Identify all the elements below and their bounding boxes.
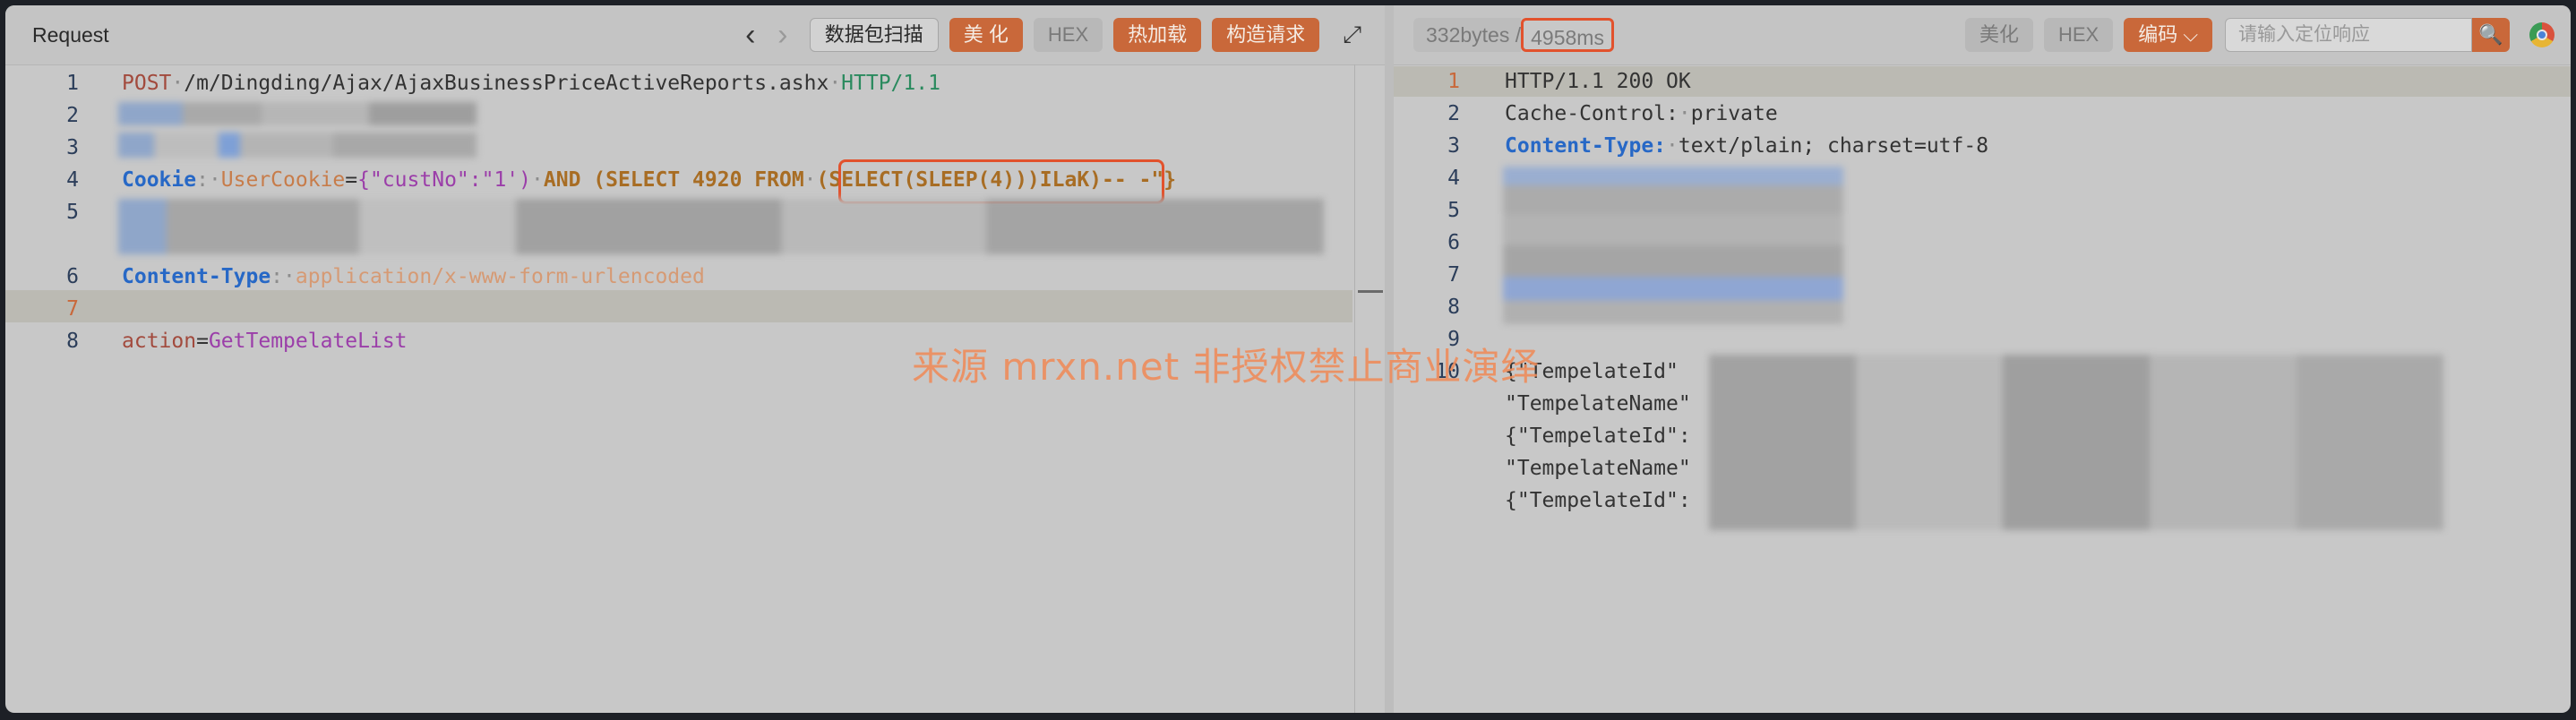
response-time: 4958ms xyxy=(1521,18,1614,52)
redacted-user-agent xyxy=(118,199,1324,254)
cache-control-line[interactable]: Cache-Control:·private xyxy=(1505,102,1778,125)
body-value: GetTempelateList xyxy=(208,330,408,353)
back-icon[interactable]: ‹ xyxy=(734,20,767,50)
request-path: /m/Dingding/Ajax/AjaxBusinessPriceActive… xyxy=(184,72,829,95)
scroll-marker[interactable] xyxy=(1358,290,1383,293)
http-method: POST xyxy=(122,72,172,95)
response-stats: 332bytes / 4958ms xyxy=(1413,18,1614,52)
cache-control-value: private xyxy=(1690,102,1778,125)
line-number: 7 xyxy=(66,297,79,321)
status-line[interactable]: HTTP/1.1 200 OK xyxy=(1505,70,1691,93)
forward-icon[interactable]: › xyxy=(767,20,799,50)
search-icon[interactable]: 🔍 xyxy=(2472,18,2510,52)
redacted-json-values xyxy=(1709,355,2443,530)
hex-button[interactable]: HEX xyxy=(1033,18,1103,52)
request-line[interactable]: POST·/m/Dingding/Ajax/AjaxBusinessPriceA… xyxy=(122,72,940,95)
line-number: 4 xyxy=(1447,167,1460,190)
body-key: action xyxy=(122,330,197,353)
request-toolbar: Request ‹ › 数据包扫描 美 化 HEX 热加载 构造请求 ⤢ xyxy=(5,5,1385,65)
redacted-response-headers xyxy=(1503,167,1843,324)
line-number: 4 xyxy=(66,168,79,192)
response-hex-button[interactable]: HEX xyxy=(2043,18,2114,52)
line-number: 6 xyxy=(66,265,79,288)
json-line[interactable]: {"TempelateId": xyxy=(1505,489,1691,512)
response-toolbar: 332bytes / 4958ms 美化 HEX 编码 ⌵ 请输入定位响应 🔍 xyxy=(1394,5,2571,65)
line-number: 1 xyxy=(1447,70,1460,93)
sql-injection-prefix: AND (SELECT 4920 FROM xyxy=(543,168,804,192)
beautify-button[interactable]: 美 化 xyxy=(949,18,1023,52)
construct-request-button[interactable]: 构造请求 xyxy=(1212,18,1320,52)
line-number: 8 xyxy=(1447,296,1460,319)
body-line[interactable]: action=GetTempelateList xyxy=(122,330,408,353)
watermark: 来源 mrxn.net 非授权禁止商业演绎 xyxy=(912,345,1540,389)
content-type-value: application/x-www-form-urlencoded xyxy=(295,265,705,288)
payload-highlight-box xyxy=(838,159,1164,204)
hot-load-button[interactable]: 热加载 xyxy=(1113,18,1202,52)
http-tool-window: Request ‹ › 数据包扫描 美 化 HEX 热加载 构造请求 ⤢ 1 2… xyxy=(5,5,2571,713)
json-line[interactable]: {"TempelateId": xyxy=(1505,424,1691,448)
locate-response-input[interactable]: 请输入定位响应 xyxy=(2225,18,2472,52)
line-number: 3 xyxy=(66,136,79,159)
json-line[interactable]: "TempelateName" xyxy=(1505,457,1691,480)
line-number: 8 xyxy=(66,330,79,353)
cookie-eq: = xyxy=(345,168,358,192)
line-number: 5 xyxy=(1447,199,1460,222)
request-title: Request xyxy=(32,22,109,47)
line-number: 7 xyxy=(1447,263,1460,287)
line-number: 3 xyxy=(1447,134,1460,158)
cookie-header: Cookie xyxy=(122,168,197,192)
content-type-header: Content-Type xyxy=(122,265,271,288)
http-protocol: HTTP/1.1 xyxy=(841,72,940,95)
encoding-dropdown[interactable]: 编码 ⌵ xyxy=(2124,18,2212,52)
response-content-type-header: Content-Type: xyxy=(1505,134,1667,158)
response-beautify-button[interactable]: 美化 xyxy=(1964,18,2033,52)
line-number: 2 xyxy=(1447,102,1460,125)
redacted-header xyxy=(118,133,477,158)
line-number: 5 xyxy=(66,201,79,224)
browser-icon[interactable] xyxy=(2529,22,2555,47)
cookie-name: UserCookie xyxy=(220,168,346,192)
line-number: 2 xyxy=(66,104,79,127)
response-size: 332bytes / xyxy=(1413,18,1522,52)
redacted-host xyxy=(118,102,477,125)
line-number: 6 xyxy=(1447,231,1460,254)
packet-scan-button[interactable]: 数据包扫描 xyxy=(809,18,939,52)
current-line-highlight xyxy=(5,290,1352,322)
cookie-json: {"custNo":"1') xyxy=(357,168,532,192)
content-type-line[interactable]: Content-Type:·application/x-www-form-url… xyxy=(122,265,705,288)
body-eq: = xyxy=(196,330,209,353)
line-number: 1 xyxy=(66,72,79,95)
content-type-line[interactable]: Content-Type:·text/plain; charset=utf-8 xyxy=(1505,134,1988,158)
response-pane: 332bytes / 4958ms 美化 HEX 编码 ⌵ 请输入定位响应 🔍 … xyxy=(1394,5,2571,713)
expand-icon[interactable]: ⤢ xyxy=(1343,21,1361,49)
cache-control-header: Cache-Control: xyxy=(1505,102,1679,125)
response-content-type-value: text/plain; charset=utf-8 xyxy=(1678,134,1989,158)
json-line[interactable]: "TempelateName" xyxy=(1505,392,1691,416)
